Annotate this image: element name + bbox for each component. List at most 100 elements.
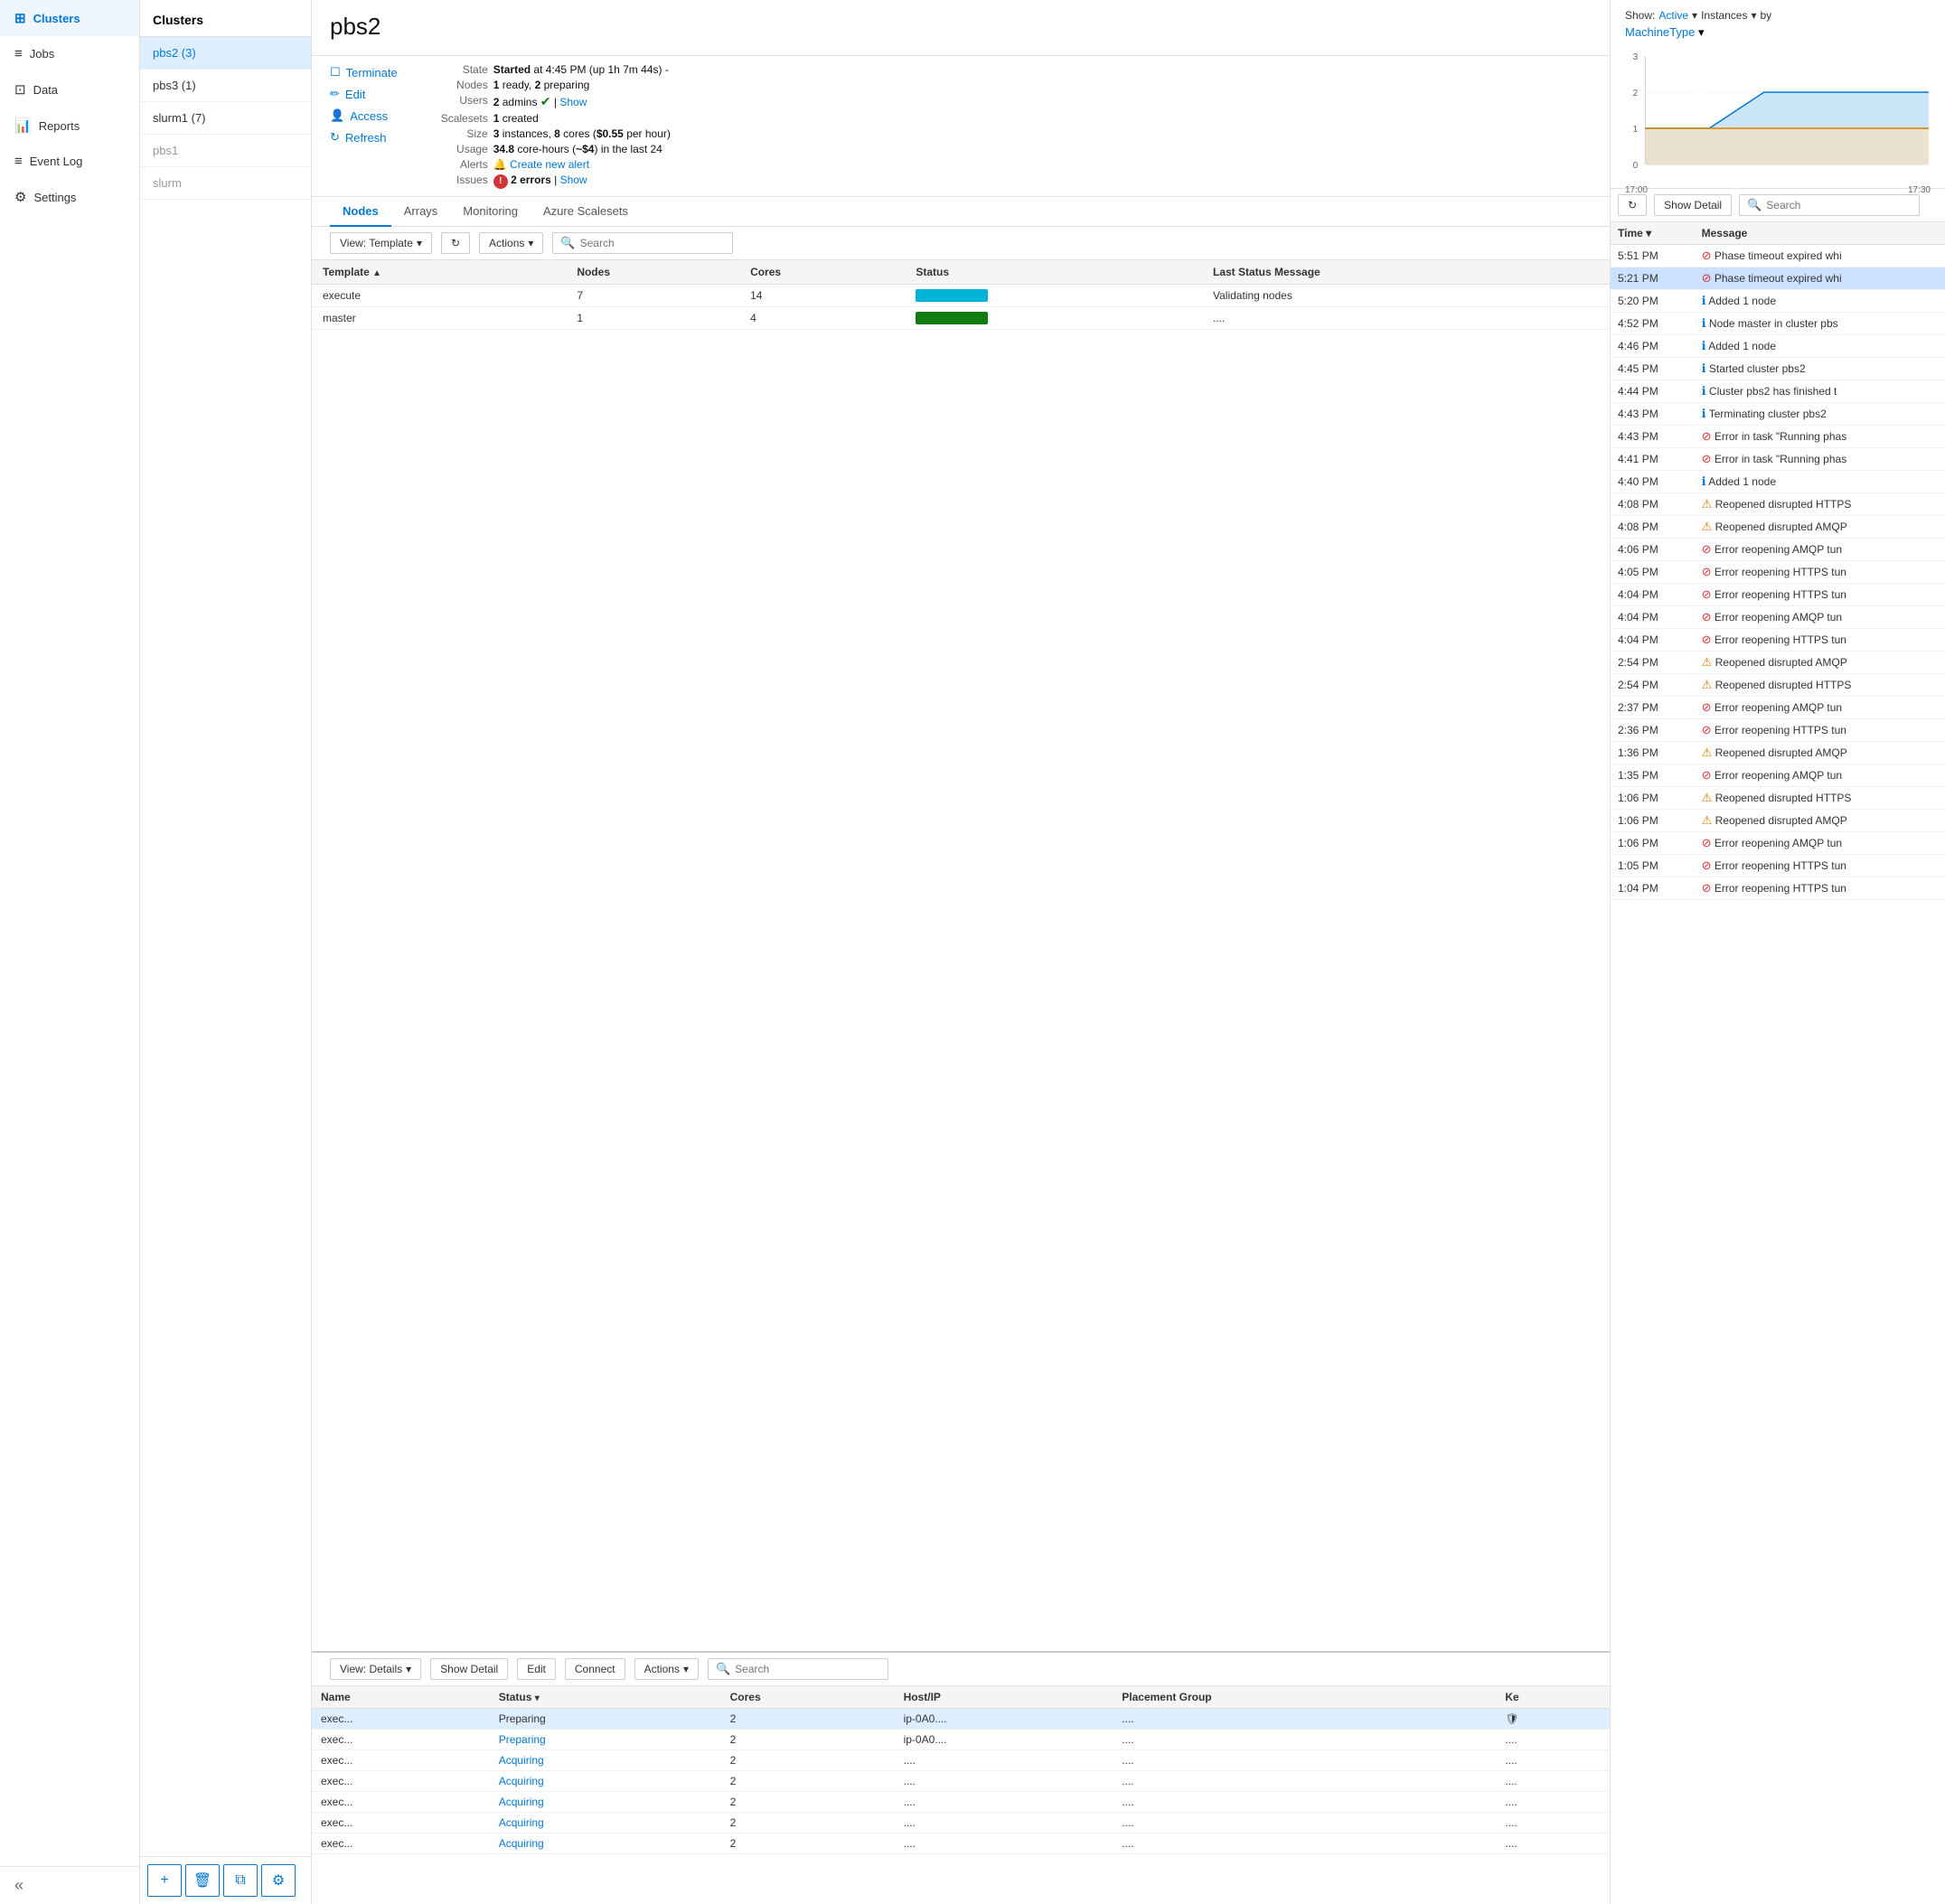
issues-show-link[interactable]: Show — [560, 174, 587, 186]
terminate-button[interactable]: ☐ Terminate — [330, 63, 398, 81]
log-refresh-button[interactable]: ↻ — [1618, 194, 1647, 216]
log-row[interactable]: 4:46 PM ℹ Added 1 node — [1611, 335, 1945, 358]
cluster-list-item[interactable]: slurm1 (7) — [140, 102, 311, 135]
sidebar-item-settings[interactable]: ⚙ Settings — [0, 179, 139, 215]
log-row[interactable]: 1:35 PM ⊘ Error reopening AMQP tun — [1611, 764, 1945, 787]
nav-collapse-button[interactable]: « — [14, 1876, 23, 1894]
log-row[interactable]: 4:43 PM ⊘ Error in task "Running phas — [1611, 426, 1945, 448]
table-row[interactable]: exec... Preparing 2 ip-0A0.... .... .... — [312, 1730, 1610, 1750]
table-row[interactable]: execute 7 14 Validating nodes — [312, 284, 1610, 306]
col-message[interactable]: Message — [1695, 222, 1945, 245]
log-row[interactable]: 1:06 PM ⚠ Reopened disrupted HTTPS — [1611, 787, 1945, 810]
log-row[interactable]: 1:04 PM ⊘ Error reopening HTTPS tun — [1611, 877, 1945, 900]
table-row[interactable]: master 1 4 .... — [312, 306, 1610, 329]
col-ke[interactable]: Ke — [1496, 1686, 1610, 1709]
log-row[interactable]: 4:06 PM ⊘ Error reopening AMQP tun — [1611, 539, 1945, 561]
log-row[interactable]: 4:05 PM ⊘ Error reopening HTTPS tun — [1611, 561, 1945, 584]
instance-search-input[interactable] — [735, 1663, 880, 1675]
log-row[interactable]: 4:04 PM ⊘ Error reopening HTTPS tun — [1611, 629, 1945, 652]
log-row[interactable]: 4:04 PM ⊘ Error reopening AMQP tun — [1611, 606, 1945, 629]
nodes-actions-dropdown[interactable]: Actions ▾ — [479, 232, 543, 254]
table-row[interactable]: exec... Acquiring 2 .... .... .... — [312, 1750, 1610, 1771]
log-row[interactable]: 4:41 PM ⊘ Error in task "Running phas — [1611, 448, 1945, 471]
table-row[interactable]: exec... Acquiring 2 .... .... .... — [312, 1792, 1610, 1813]
svg-text:1: 1 — [1633, 125, 1639, 135]
col-nodes[interactable]: Nodes — [566, 260, 739, 285]
log-row[interactable]: 2:54 PM ⚠ Reopened disrupted HTTPS — [1611, 674, 1945, 697]
col-host[interactable]: Host/IP — [895, 1686, 1113, 1709]
sidebar-item-reports[interactable]: 📊 Reports — [0, 108, 139, 144]
log-row[interactable]: 1:06 PM ⊘ Error reopening AMQP tun — [1611, 832, 1945, 855]
cluster-list-item[interactable]: slurm — [140, 167, 311, 200]
tab-nodes[interactable]: Nodes — [330, 197, 391, 227]
col-cores[interactable]: Cores — [739, 260, 905, 285]
col-placement[interactable]: Placement Group — [1113, 1686, 1496, 1709]
log-row[interactable]: 1:05 PM ⊘ Error reopening HTTPS tun — [1611, 855, 1945, 877]
nodes-refresh-button[interactable]: ↻ — [441, 232, 470, 254]
sidebar-item-jobs[interactable]: ≡ Jobs — [0, 36, 139, 71]
log-message: ⊘ Phase timeout expired whi — [1695, 267, 1945, 290]
col-template[interactable]: Template ▲ — [312, 260, 566, 285]
sidebar-item-eventlog[interactable]: ≡ Event Log — [0, 144, 139, 179]
log-row[interactable]: 4:43 PM ℹ Terminating cluster pbs2 — [1611, 403, 1945, 426]
copy-cluster-button[interactable]: ⧉ — [223, 1864, 258, 1897]
log-row[interactable]: 4:52 PM ℹ Node master in cluster pbs — [1611, 313, 1945, 335]
cluster-list-item[interactable]: pbs3 (1) — [140, 70, 311, 102]
log-type-icon: ⚠ — [1702, 520, 1713, 533]
log-row[interactable]: 4:40 PM ℹ Added 1 node — [1611, 471, 1945, 493]
sidebar-item-clusters[interactable]: ⊞ Clusters — [0, 0, 139, 36]
col-name[interactable]: Name — [312, 1686, 490, 1709]
log-show-detail-button[interactable]: Show Detail — [1654, 194, 1732, 216]
settings-cluster-button[interactable]: ⚙ — [261, 1864, 296, 1897]
table-row[interactable]: exec... Acquiring 2 .... .... .... — [312, 1771, 1610, 1792]
instance-actions-dropdown[interactable]: Actions ▾ — [634, 1658, 699, 1680]
log-row[interactable]: 4:08 PM ⚠ Reopened disrupted AMQP — [1611, 516, 1945, 539]
table-row[interactable]: exec... Acquiring 2 .... .... .... — [312, 1813, 1610, 1834]
cluster-list-item[interactable]: pbs1 — [140, 135, 311, 167]
log-row[interactable]: 4:44 PM ℹ Cluster pbs2 has finished t — [1611, 380, 1945, 403]
tab-monitoring[interactable]: Monitoring — [450, 197, 531, 227]
log-row[interactable]: 2:54 PM ⚠ Reopened disrupted AMQP — [1611, 652, 1945, 674]
col-status[interactable]: Status — [905, 260, 1202, 285]
machine-type-dropdown[interactable]: MachineType — [1625, 25, 1695, 39]
col-last-status[interactable]: Last Status Message — [1202, 260, 1610, 285]
log-row[interactable]: 5:51 PM ⊘ Phase timeout expired whi — [1611, 245, 1945, 267]
tab-azure-scalesets[interactable]: Azure Scalesets — [531, 197, 641, 227]
delete-cluster-button[interactable]: 🗑 — [185, 1864, 220, 1897]
col-time[interactable]: Time ▾ — [1611, 222, 1695, 245]
view-template-dropdown[interactable]: View: Template ▾ — [330, 232, 432, 254]
col-status[interactable]: Status ▾ — [490, 1686, 721, 1709]
col-cores[interactable]: Cores — [721, 1686, 895, 1709]
access-button[interactable]: 👤 Access — [330, 107, 398, 125]
log-type-icon: ⊘ — [1702, 271, 1712, 285]
cell-host: ip-0A0.... — [895, 1730, 1113, 1750]
refresh-button[interactable]: ↻ Refresh — [330, 128, 398, 146]
edit-button[interactable]: ✏ Edit — [330, 85, 398, 103]
log-row[interactable]: 5:21 PM ⊘ Phase timeout expired whi — [1611, 267, 1945, 290]
users-show-link[interactable]: Show — [559, 96, 587, 108]
table-row[interactable]: exec... Acquiring 2 .... .... .... — [312, 1834, 1610, 1854]
active-dropdown[interactable]: Active — [1658, 9, 1688, 22]
add-cluster-button[interactable]: + — [147, 1864, 182, 1897]
log-row[interactable]: 2:37 PM ⊘ Error reopening AMQP tun — [1611, 697, 1945, 719]
log-message: ⊘ Error reopening AMQP tun — [1695, 539, 1945, 561]
sidebar-item-data[interactable]: ⊡ Data — [0, 71, 139, 108]
connect-button[interactable]: Connect — [565, 1658, 625, 1680]
log-row[interactable]: 2:36 PM ⊘ Error reopening HTTPS tun — [1611, 719, 1945, 742]
view-details-dropdown[interactable]: View: Details ▾ — [330, 1658, 421, 1680]
show-detail-button[interactable]: Show Detail — [430, 1658, 508, 1680]
log-search-input[interactable] — [1766, 199, 1912, 211]
log-row[interactable]: 4:04 PM ⊘ Error reopening HTTPS tun — [1611, 584, 1945, 606]
create-alert-link[interactable]: 🔔 Create new alert — [493, 158, 589, 171]
nodes-search-input[interactable] — [580, 237, 726, 249]
log-row[interactable]: 4:08 PM ⚠ Reopened disrupted HTTPS — [1611, 493, 1945, 516]
log-row[interactable]: 5:20 PM ℹ Added 1 node — [1611, 290, 1945, 313]
log-row[interactable]: 4:45 PM ℹ Started cluster pbs2 — [1611, 358, 1945, 380]
edit-instance-button[interactable]: Edit — [517, 1658, 556, 1680]
cell-cores: 4 — [739, 306, 905, 329]
tab-arrays[interactable]: Arrays — [391, 197, 451, 227]
log-row[interactable]: 1:36 PM ⚠ Reopened disrupted AMQP — [1611, 742, 1945, 764]
cluster-list-item[interactable]: pbs2 (3) — [140, 37, 311, 70]
log-row[interactable]: 1:06 PM ⚠ Reopened disrupted AMQP — [1611, 810, 1945, 832]
table-row[interactable]: exec... Preparing 2 ip-0A0.... .... 🛡 — [312, 1709, 1610, 1730]
